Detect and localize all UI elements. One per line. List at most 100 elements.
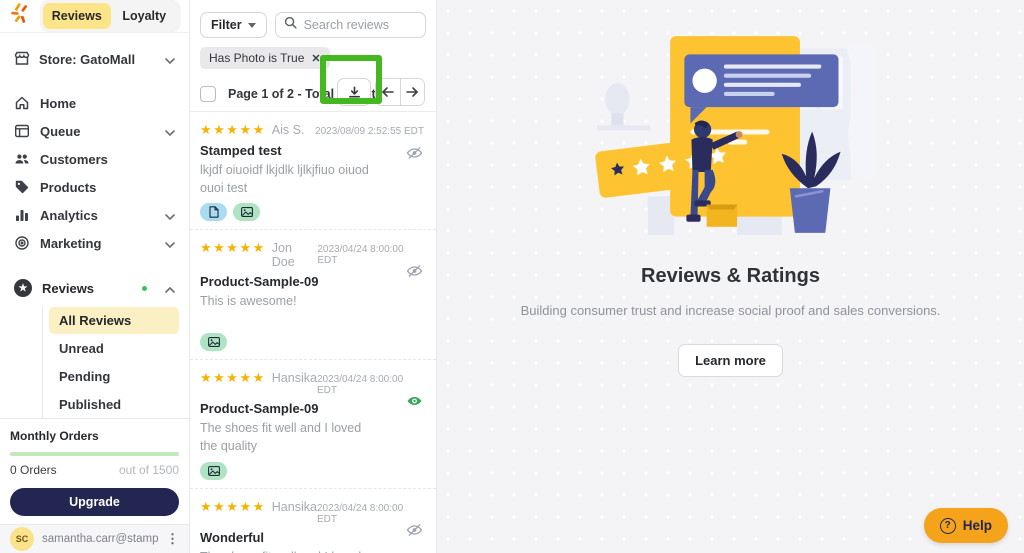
customers-icon bbox=[14, 151, 30, 167]
products-icon bbox=[14, 179, 30, 195]
analytics-icon bbox=[14, 207, 30, 223]
photo-badge[interactable] bbox=[200, 462, 227, 480]
review-author: Ais S. bbox=[272, 123, 305, 137]
store-selector[interactable]: Store: GatoMall bbox=[0, 51, 189, 67]
sidebar-item-home[interactable]: Home bbox=[0, 89, 189, 117]
document-icon bbox=[209, 206, 219, 218]
search-input[interactable] bbox=[304, 18, 417, 32]
reviews-subnav: All Reviews Unread Pending Published bbox=[42, 307, 179, 418]
arrow-left-icon bbox=[381, 86, 395, 98]
stamped-dashboard: Reviews Loyalty Store: GatoMall Home bbox=[0, 0, 1024, 553]
review-date: 2023/04/24 8:00:00 EDT bbox=[317, 374, 424, 396]
product-tab-group: Reviews Loyalty bbox=[40, 0, 181, 32]
avatar: SC bbox=[10, 527, 34, 551]
sidebar-header: Reviews Loyalty bbox=[0, 0, 189, 33]
sidebar-item-label: Home bbox=[40, 96, 76, 111]
eye-slash-icon bbox=[406, 146, 423, 160]
store-label: Store: GatoMall bbox=[39, 52, 135, 67]
subnav-published[interactable]: Published bbox=[49, 391, 179, 418]
visibility-toggle[interactable] bbox=[406, 394, 424, 408]
visibility-toggle[interactable] bbox=[406, 264, 424, 278]
learn-more-button[interactable]: Learn more bbox=[678, 344, 783, 377]
filter-button-label: Filter bbox=[211, 18, 242, 32]
orders-limit: out of 1500 bbox=[119, 463, 179, 477]
subnav-all-reviews[interactable]: All Reviews bbox=[49, 307, 179, 334]
filter-chip-label: Has Photo is True bbox=[209, 51, 304, 65]
tab-loyalty[interactable]: Loyalty bbox=[111, 3, 179, 29]
stamped-logo-icon bbox=[8, 1, 34, 32]
review-list-item[interactable]: ★★★★★ Hansika 2023/04/24 8:00:00 EDT Won… bbox=[190, 489, 436, 553]
review-list-item[interactable]: ★★★★★ Jon Doe 2023/04/24 8:00:00 EDT Pro… bbox=[190, 230, 436, 360]
review-author: Jon Doe bbox=[272, 241, 318, 269]
sidebar-item-label: Customers bbox=[40, 152, 108, 167]
chevron-down-icon bbox=[165, 236, 175, 251]
review-list: ★★★★★ Ais S. 2023/08/09 2:52:55 EDT Stam… bbox=[190, 112, 436, 553]
chevron-up-icon bbox=[165, 281, 175, 296]
review-title: Wonderful bbox=[200, 530, 424, 545]
export-download-button[interactable] bbox=[337, 78, 371, 106]
sidebar-item-label: Reviews bbox=[42, 281, 94, 296]
sidebar-item-products[interactable]: Products bbox=[0, 173, 189, 201]
monthly-orders-title: Monthly Orders bbox=[10, 429, 179, 443]
page-description: Building consumer trust and increase soc… bbox=[521, 301, 941, 322]
marketing-icon bbox=[14, 235, 30, 251]
star-rating: ★★★★★ bbox=[200, 499, 266, 515]
eye-icon bbox=[406, 394, 423, 408]
badge-row bbox=[200, 333, 424, 351]
sidebar-item-queue[interactable]: Queue bbox=[0, 117, 189, 145]
user-account-row[interactable]: SC samantha.carr@stamped.io ⋮ bbox=[0, 524, 189, 553]
star-rating: ★★★★★ bbox=[200, 122, 266, 138]
sidebar-item-reviews[interactable]: ★ Reviews bbox=[0, 273, 189, 303]
review-author: Hansika bbox=[272, 500, 317, 514]
select-all-checkbox[interactable] bbox=[200, 86, 216, 102]
help-button-label: Help bbox=[963, 518, 992, 533]
sidebar-item-marketing[interactable]: Marketing bbox=[0, 229, 189, 257]
review-date: 2023/04/24 8:00:00 EDT bbox=[317, 503, 424, 525]
badge-row bbox=[200, 203, 424, 221]
tab-reviews[interactable]: Reviews bbox=[43, 3, 111, 29]
review-list-item[interactable]: ★★★★★ Hansika 2023/04/24 8:00:00 EDT Pro… bbox=[190, 360, 436, 488]
review-body: The shoes fit well and I loved the quali… bbox=[200, 419, 378, 455]
chevron-down-icon bbox=[165, 208, 175, 223]
review-title: Product-Sample-09 bbox=[200, 274, 424, 289]
review-date: 2023/08/09 2:52:55 EDT bbox=[315, 126, 424, 137]
chevron-down-icon bbox=[165, 52, 175, 67]
sidebar-item-analytics[interactable]: Analytics bbox=[0, 201, 189, 229]
photo-badge[interactable] bbox=[200, 333, 227, 351]
arrow-right-icon bbox=[405, 86, 419, 98]
photo-icon bbox=[241, 207, 253, 217]
prev-page-button[interactable] bbox=[376, 79, 401, 105]
review-author: Hansika bbox=[272, 371, 317, 385]
sidebar-item-customers[interactable]: Customers bbox=[0, 145, 189, 173]
review-list-panel: Filter Has Photo is True ✕ Page 1 of 2 -… bbox=[190, 0, 437, 553]
filter-chip[interactable]: Has Photo is True ✕ bbox=[200, 47, 330, 69]
review-body: lkjdf oiuoidf lkjdlk ljlkjfiuo oiuod ouo… bbox=[200, 161, 378, 197]
visibility-toggle[interactable] bbox=[406, 146, 424, 160]
photo-icon bbox=[208, 466, 220, 476]
caret-down-icon bbox=[248, 23, 256, 28]
monthly-orders-progressbar bbox=[10, 452, 179, 456]
sidebar-nav: Home Queue Customers bbox=[0, 89, 189, 257]
subnav-unread[interactable]: Unread bbox=[49, 335, 179, 362]
home-icon bbox=[14, 95, 30, 111]
next-page-button[interactable] bbox=[401, 79, 425, 105]
list-toolbar: Filter bbox=[190, 0, 436, 38]
review-list-item[interactable]: ★★★★★ Ais S. 2023/08/09 2:52:55 EDT Stam… bbox=[190, 112, 436, 230]
queue-icon bbox=[14, 123, 30, 139]
subnav-pending[interactable]: Pending bbox=[49, 363, 179, 390]
filter-button[interactable]: Filter bbox=[200, 12, 267, 38]
pagination-row: Page 1 of 2 - Total Results bbox=[190, 76, 436, 112]
remove-filter-icon[interactable]: ✕ bbox=[311, 52, 320, 65]
review-date: 2023/04/24 8:00:00 EDT bbox=[317, 244, 424, 266]
upgrade-button[interactable]: Upgrade bbox=[10, 488, 179, 516]
review-body: This is awesome! bbox=[200, 292, 378, 327]
photo-badge[interactable] bbox=[233, 203, 260, 221]
visibility-toggle[interactable] bbox=[406, 523, 424, 537]
document-badge[interactable] bbox=[200, 203, 227, 221]
sidebar-item-label: Analytics bbox=[40, 208, 98, 223]
reviews-star-icon: ★ bbox=[14, 279, 32, 297]
page-title: Reviews & Ratings bbox=[641, 265, 820, 288]
help-button[interactable]: ? Help bbox=[924, 508, 1008, 543]
kebab-menu-icon[interactable]: ⋮ bbox=[166, 531, 179, 547]
star-rating: ★★★★★ bbox=[200, 370, 266, 386]
